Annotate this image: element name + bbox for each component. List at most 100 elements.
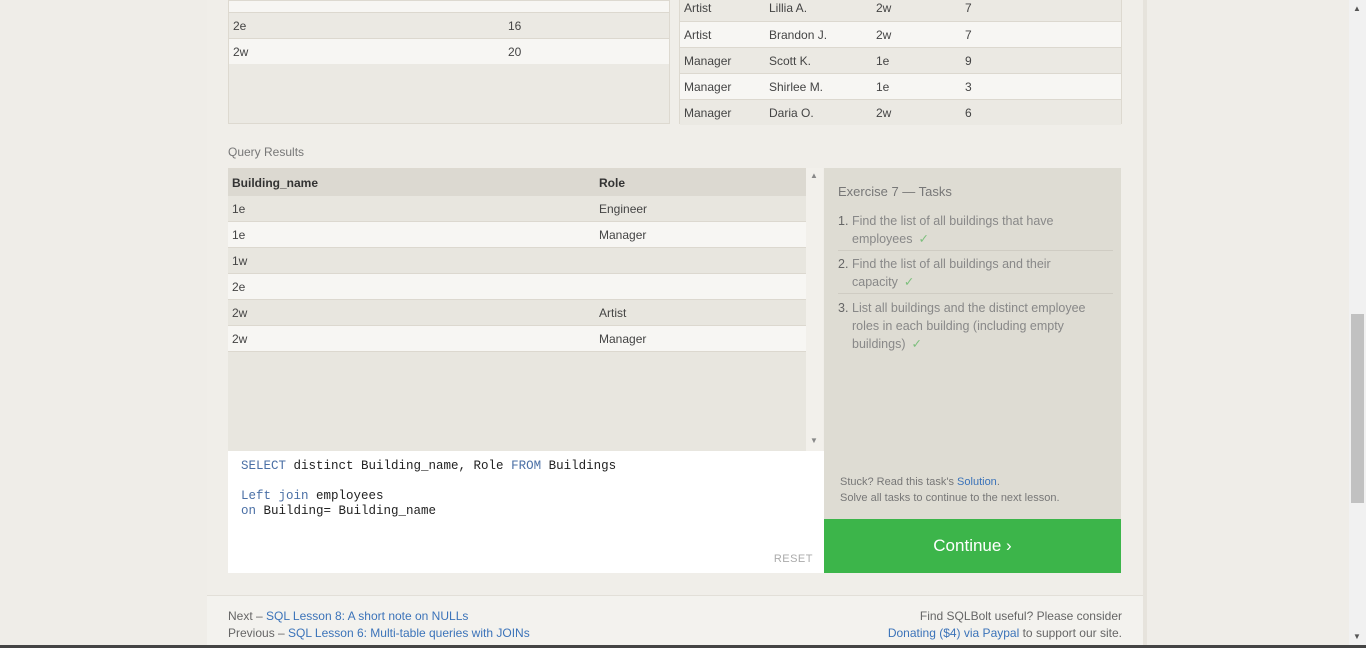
role-cell: Artist bbox=[684, 28, 712, 42]
sql-keyword: Left join bbox=[241, 489, 309, 503]
donate-line: Donating ($4) via Paypal to support our … bbox=[888, 626, 1122, 640]
page-scrollbar[interactable]: ▲ ▼ bbox=[1349, 0, 1366, 648]
building-cell: 1w bbox=[232, 254, 248, 268]
next-lesson-link[interactable]: SQL Lesson 8: A short note on NULLs bbox=[266, 609, 468, 623]
table-row bbox=[229, 1, 669, 12]
tasks-panel: Exercise 7 — Tasks 1. Find the list of a… bbox=[824, 168, 1121, 519]
results-scrollbar[interactable]: ▲ ▼ bbox=[806, 168, 823, 451]
building-cell: 2e bbox=[233, 19, 247, 33]
stuck-hint: Stuck? Read this task's Solution. bbox=[840, 476, 1000, 488]
role-cell: Engineer bbox=[599, 202, 648, 216]
table-row: 2w Artist bbox=[228, 300, 806, 326]
sql-text: Buildings bbox=[541, 459, 617, 473]
sql-keyword: SELECT bbox=[241, 459, 287, 473]
role-cell: Manager bbox=[599, 332, 647, 346]
scroll-up-arrow-icon[interactable]: ▲ bbox=[1353, 4, 1361, 13]
stuck-prefix: Stuck? Read this task's bbox=[840, 476, 958, 488]
table-row: 2w 20 bbox=[229, 38, 669, 64]
building-cell: 2w bbox=[876, 28, 892, 42]
table-row: Artist Lillia A. 2w 7 bbox=[680, 0, 1121, 21]
role-cell: Manager bbox=[599, 228, 647, 242]
next-lesson: Next – SQL Lesson 8: A short note on NUL… bbox=[228, 609, 468, 623]
task-description: List all buildings and the distinct empl… bbox=[852, 301, 1086, 351]
previous-lesson-link[interactable]: SQL Lesson 6: Multi-table queries with J… bbox=[288, 626, 530, 640]
solve-all-hint: Solve all tasks to continue to the next … bbox=[840, 492, 1060, 504]
table-row: 2w Manager bbox=[228, 326, 806, 352]
sql-keyword: on bbox=[241, 504, 257, 518]
checkmark-icon: ✓ bbox=[911, 337, 922, 351]
scroll-down-arrow-icon[interactable]: ▼ bbox=[1353, 632, 1361, 641]
task-number: 3. bbox=[838, 301, 849, 315]
task-number: 1. bbox=[838, 214, 849, 228]
stuck-suffix: . bbox=[996, 476, 1000, 488]
sql-keyword: FROM bbox=[511, 459, 542, 473]
tasks-title: Exercise 7 — Tasks bbox=[838, 184, 952, 199]
name-cell: Daria O. bbox=[769, 106, 814, 120]
name-cell: Shirlee M. bbox=[769, 80, 824, 94]
column-header: Role bbox=[599, 176, 626, 190]
task-text: List all buildings and the distinct empl… bbox=[852, 299, 1110, 353]
role-cell: Artist bbox=[599, 306, 627, 320]
reset-button[interactable]: RESET bbox=[774, 553, 813, 565]
task-text: Find the list of all buildings and their… bbox=[852, 255, 1110, 291]
capacity-cell: 20 bbox=[508, 45, 522, 59]
building-cell: 2e bbox=[232, 280, 246, 294]
solution-link[interactable]: Solution bbox=[957, 476, 997, 488]
scrollbar-thumb[interactable] bbox=[1351, 314, 1364, 503]
role-cell: Manager bbox=[684, 80, 732, 94]
task-divider bbox=[838, 250, 1113, 251]
years-cell: 7 bbox=[965, 1, 972, 15]
next-prefix: Next – bbox=[228, 609, 267, 623]
years-cell: 6 bbox=[965, 106, 972, 120]
task-description: Find the list of all buildings that have… bbox=[852, 214, 1054, 246]
table-row: Artist Brandon J. 2w 7 bbox=[680, 21, 1121, 47]
previous-lesson: Previous – SQL Lesson 6: Multi-table que… bbox=[228, 626, 530, 640]
table-row: 1e Engineer bbox=[228, 196, 806, 222]
capacity-cell: 16 bbox=[508, 19, 522, 33]
support-suffix: to support our site. bbox=[1019, 626, 1122, 640]
sql-text: employees bbox=[308, 489, 384, 503]
checkmark-icon: ✓ bbox=[918, 232, 929, 246]
building-cell: 1e bbox=[232, 202, 246, 216]
building-cell: 2w bbox=[876, 106, 892, 120]
checkmark-icon: ✓ bbox=[903, 275, 915, 289]
editor-line: SELECT distinct Building_name, Role FROM… bbox=[241, 459, 616, 473]
scroll-down-arrow-icon[interactable]: ▼ bbox=[810, 436, 818, 445]
buildings-table: 2e 16 2w 20 bbox=[228, 0, 670, 124]
table-row: Manager Daria O. 2w 6 bbox=[680, 99, 1121, 125]
task-text: Find the list of all buildings that have… bbox=[852, 212, 1110, 248]
continue-button[interactable]: Continue › bbox=[824, 519, 1121, 573]
table-row: Manager Shirlee M. 1e 3 bbox=[680, 73, 1121, 99]
lesson-footer: Next – SQL Lesson 8: A short note on NUL… bbox=[207, 595, 1143, 648]
sql-editor[interactable]: SELECT distinct Building_name, Role FROM… bbox=[228, 451, 824, 573]
table-row: 1w bbox=[228, 248, 806, 274]
sql-text: Building= Building_name bbox=[256, 504, 437, 518]
table-row: 1e Manager bbox=[228, 222, 806, 248]
years-cell: 7 bbox=[965, 28, 972, 42]
name-cell: Brandon J. bbox=[769, 28, 828, 42]
donate-link[interactable]: Donating ($4) via Paypal bbox=[888, 626, 1019, 640]
task-number: 2. bbox=[838, 257, 849, 271]
table-row: 2e bbox=[228, 274, 806, 300]
building-cell: 1e bbox=[876, 80, 890, 94]
editor-line: Left join employees bbox=[241, 489, 384, 503]
results-header-row: Building_name Role bbox=[228, 169, 806, 196]
scroll-up-arrow-icon[interactable]: ▲ bbox=[810, 171, 818, 180]
building-cell: 1e bbox=[232, 228, 246, 242]
employees-table: Artist Lillia A. 2w 7 Artist Brandon J. … bbox=[679, 0, 1122, 125]
task-item: 3. List all buildings and the distinct e… bbox=[838, 299, 1113, 353]
building-cell: 1e bbox=[876, 54, 890, 68]
table-row: Manager Scott K. 1e 9 bbox=[680, 47, 1121, 73]
task-divider bbox=[838, 293, 1113, 294]
building-cell: 2w bbox=[232, 306, 248, 320]
query-results-label: Query Results bbox=[228, 145, 305, 159]
name-cell: Lillia A. bbox=[769, 1, 808, 15]
page-edge bbox=[1143, 0, 1147, 648]
role-cell: Artist bbox=[684, 1, 712, 15]
query-results-table[interactable]: Building_name Role 1e Engineer 1e Manage… bbox=[228, 168, 806, 451]
prev-prefix: Previous – bbox=[228, 626, 289, 640]
editor-line: on Building= Building_name bbox=[241, 504, 436, 518]
role-cell: Manager bbox=[684, 54, 732, 68]
table-row: 2e 16 bbox=[229, 12, 669, 38]
building-cell: 2w bbox=[233, 45, 249, 59]
